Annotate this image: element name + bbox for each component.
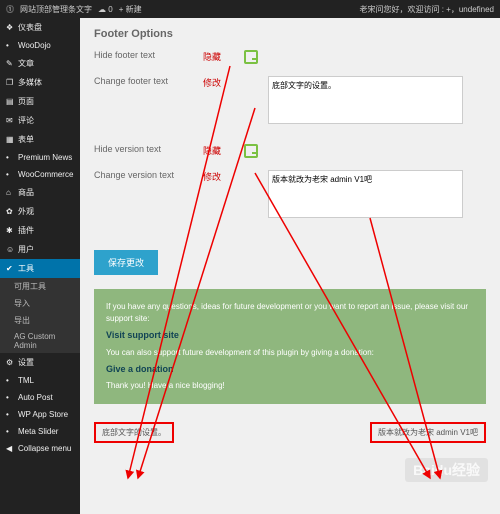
greeting[interactable]: 老宋问您好，欢迎访问 : +，undefined [360,4,494,15]
menu-label: 页面 [18,96,34,107]
support-text: If you have any questions, ideas for fut… [106,301,474,325]
menu-icon: ✎ [6,59,14,68]
site-title[interactable]: 网站顶部管理条文字 [20,4,92,15]
footer-preview-right: 版本就改为老宋 admin V1吧 [370,422,486,443]
menu-icon: ✔ [6,264,14,273]
menu-label: Meta Slider [18,427,58,436]
hide-footer-label: Hide footer text [94,50,199,60]
hide-version-label: Hide version text [94,144,199,154]
menu-label: 多媒体 [18,77,42,88]
hide-tag: 隐藏 [203,50,233,63]
change-tag: 修改 [203,170,233,183]
wp-logo-icon[interactable]: ⓵ [6,4,14,15]
menu-icon: ✉ [6,116,14,125]
change-tag: 修改 [203,76,233,89]
menu-label: 文章 [18,58,34,69]
sidebar-item[interactable]: • Meta Slider [0,423,80,440]
sidebar-item[interactable]: ❐ 多媒体 [0,73,80,92]
sidebar-item[interactable]: ⌂ 商品 [0,183,80,202]
menu-icon: • [6,376,14,385]
hide-tag: 隐藏 [203,144,233,157]
menu-label: Auto Post [18,393,53,402]
sidebar-item[interactable]: ☺ 用户 [0,240,80,259]
menu-label: 仪表盘 [18,22,42,33]
menu-icon: ☺ [6,245,14,254]
content-area: Footer Options Hide footer text 隐藏 Chang… [80,18,500,514]
hide-version-checkbox[interactable] [244,144,258,158]
sidebar-item[interactable]: • WooDojo [0,37,80,54]
sidebar-item[interactable]: ▦ 表单 [0,130,80,149]
change-version-label: Change version text [94,170,199,180]
save-button[interactable]: 保存更改 [94,250,158,275]
menu-icon: • [6,153,14,162]
menu-label: 设置 [18,357,34,368]
sidebar-item[interactable]: ✱ 插件 [0,221,80,240]
sidebar-item[interactable]: • TML [0,372,80,389]
hide-footer-checkbox[interactable] [244,50,258,64]
menu-icon: ❐ [6,78,14,87]
donation-link[interactable]: Give a donation [106,363,474,377]
donation-text: You can also support future development … [106,347,474,359]
sidebar-item[interactable]: • Premium News [0,149,80,166]
sidebar-item[interactable]: ✎ 文章 [0,54,80,73]
menu-label: Premium News [18,153,72,162]
footer-text-input[interactable] [268,76,463,124]
change-footer-label: Change footer text [94,76,199,86]
menu-label: WooDojo [18,41,51,50]
footer-preview-left: 底部文字的设置。 [94,422,174,443]
sidebar-item[interactable]: ⚙ 设置 [0,353,80,372]
sidebar-item[interactable]: ✉ 评论 [0,111,80,130]
menu-icon: ⚙ [6,358,14,367]
menu-label: TML [18,376,34,385]
admin-topbar: ⓵ 网站顶部管理条文字 ☁ 0 + 新建 老宋问您好，欢迎访问 : +，unde… [0,0,500,18]
menu-label: 商品 [18,187,34,198]
support-link[interactable]: Visit support site [106,329,474,343]
sidebar-item[interactable]: ◀ Collapse menu [0,440,80,457]
comments-icon[interactable]: ☁ 0 [98,5,113,14]
menu-label: WP App Store [18,410,68,419]
menu-label: Collapse menu [18,444,71,453]
menu-icon: • [6,393,14,402]
menu-icon: ▦ [6,135,14,144]
sidebar-subitem[interactable]: 可用工具 [0,278,80,295]
sidebar-item[interactable]: ✔ 工具 [0,259,80,278]
section-title: Footer Options [94,28,486,40]
menu-icon: ❖ [6,23,14,32]
sidebar-item[interactable]: • WP App Store [0,406,80,423]
admin-sidebar: ❖ 仪表盘 • WooDojo ✎ 文章 ❐ 多媒体 ▤ 页面 ✉ 评论 ▦ 表单 • Premium New… [0,18,80,514]
menu-icon: ✱ [6,226,14,235]
support-box: If you have any questions, ideas for fut… [94,289,486,404]
menu-icon: • [6,410,14,419]
menu-label: 评论 [18,115,34,126]
thanks-text: Thank you! Have a nice blogging! [106,380,474,392]
watermark: Baidu经验 [405,458,488,482]
menu-icon: ▤ [6,97,14,106]
sidebar-subitem[interactable]: 导入 [0,295,80,312]
menu-label: 工具 [18,263,34,274]
menu-label: 插件 [18,225,34,236]
menu-icon: • [6,41,14,50]
menu-label: 外观 [18,206,34,217]
sidebar-subitem[interactable]: AG Custom Admin [0,329,80,353]
sidebar-subitem[interactable]: 导出 [0,312,80,329]
menu-icon: • [6,427,14,436]
sidebar-item[interactable]: ✿ 外观 [0,202,80,221]
menu-icon: ◀ [6,444,14,453]
sidebar-item[interactable]: • WooCommerce [0,166,80,183]
menu-label: 用户 [18,244,34,255]
sidebar-item[interactable]: • Auto Post [0,389,80,406]
version-text-input[interactable] [268,170,463,218]
sidebar-item[interactable]: ▤ 页面 [0,92,80,111]
menu-icon: • [6,170,14,179]
add-new[interactable]: + 新建 [119,4,142,15]
menu-label: WooCommerce [18,170,73,179]
menu-icon: ✿ [6,207,14,216]
sidebar-item[interactable]: ❖ 仪表盘 [0,18,80,37]
menu-label: 表单 [18,134,34,145]
menu-icon: ⌂ [6,188,14,197]
